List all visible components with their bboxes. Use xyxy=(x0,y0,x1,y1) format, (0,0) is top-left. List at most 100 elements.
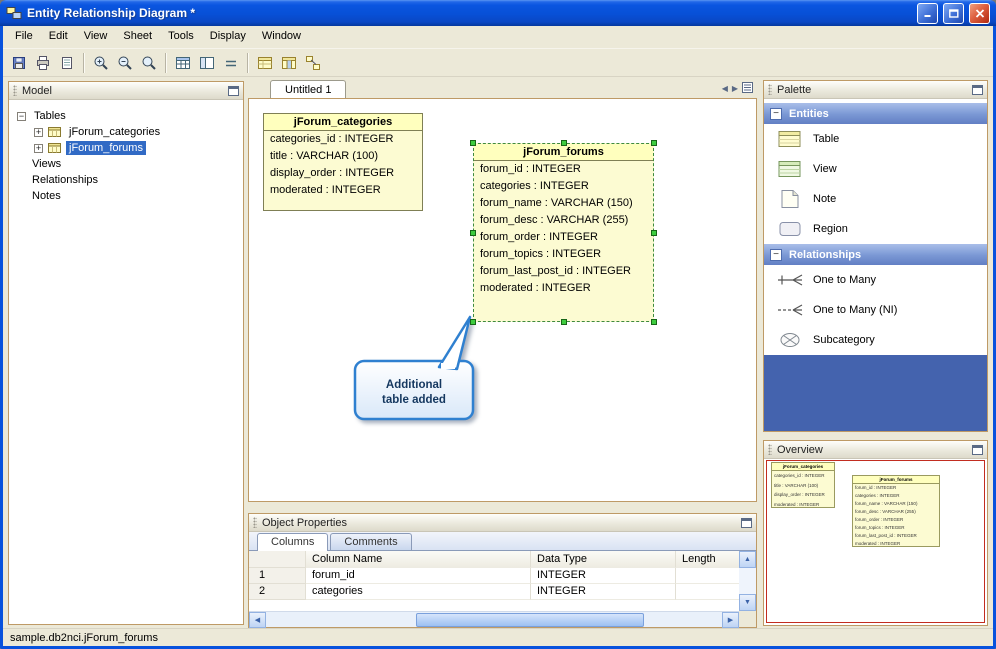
prev-sheet-icon[interactable]: ◀ xyxy=(722,84,728,93)
new-table-icon[interactable] xyxy=(253,51,277,74)
cell-length[interactable] xyxy=(676,568,739,584)
menu-tools[interactable]: Tools xyxy=(160,26,202,48)
grid-row[interactable]: 1 forum_id INTEGER xyxy=(249,568,739,584)
scroll-up-icon[interactable]: ▲ xyxy=(739,551,756,568)
menu-view[interactable]: View xyxy=(76,26,116,48)
entity-column: moderated : INTEGER xyxy=(270,184,381,196)
zoom-icon[interactable] xyxy=(137,51,161,74)
palette-item-region[interactable]: Region xyxy=(764,214,987,244)
minimize-button[interactable] xyxy=(917,2,938,24)
selection-handle[interactable] xyxy=(560,140,567,146)
palette-item-table[interactable]: Table xyxy=(764,124,987,154)
float-panel-icon[interactable] xyxy=(228,85,239,96)
table-columns-icon[interactable] xyxy=(277,51,301,74)
panel-grip-icon[interactable] xyxy=(768,444,772,455)
title-bar[interactable]: Entity Relationship Diagram * xyxy=(0,0,996,26)
callout-line2: table added xyxy=(382,394,446,406)
palette-item-one-to-many-ni-[interactable]: One to Many (NI) xyxy=(764,295,987,325)
tree-item-jforum-categories[interactable]: + jForum_categories xyxy=(12,124,240,140)
object-properties-header[interactable]: Object Properties xyxy=(249,514,756,532)
panel-grip-icon[interactable] xyxy=(253,517,257,528)
cell-data-type[interactable]: INTEGER xyxy=(531,568,676,584)
selection-handle[interactable] xyxy=(651,140,657,146)
entity-table-jforum_categories[interactable]: jForum_categories categories_id : INTEGER… xyxy=(263,113,423,211)
float-panel-icon[interactable] xyxy=(972,444,983,455)
entity-table-jforum_forums[interactable]: jForum_forums forum_id : INTEGER categorie… xyxy=(470,140,657,325)
cell-data-type[interactable]: INTEGER xyxy=(531,584,676,600)
column-header-data-type[interactable]: Data Type xyxy=(531,551,676,568)
scroll-left-icon[interactable]: ◀ xyxy=(249,612,266,628)
palette-header[interactable]: Palette xyxy=(764,81,987,99)
grid-horizontal-scrollbar[interactable]: ◀ ▶ xyxy=(249,611,739,628)
selection-handle[interactable] xyxy=(470,229,476,236)
maximize-button[interactable] xyxy=(943,2,964,24)
palette-section-relationships[interactable]: − Relationships xyxy=(764,244,987,265)
palette-item-one-to-many[interactable]: One to Many xyxy=(764,265,987,295)
panel-grip-icon[interactable] xyxy=(13,85,17,96)
palette-item-label: Subcategory xyxy=(813,334,875,346)
scroll-down-icon[interactable]: ▼ xyxy=(739,594,756,611)
menu-window[interactable]: Window xyxy=(254,26,309,48)
selection-handle[interactable] xyxy=(470,319,476,325)
menu-file[interactable]: File xyxy=(7,26,41,48)
callout-note[interactable]: Additional table added xyxy=(341,313,493,448)
minimize-row-icon[interactable] xyxy=(219,51,243,74)
tab-columns[interactable]: Columns xyxy=(257,533,329,551)
expand-icon[interactable]: + xyxy=(34,143,43,153)
palette-item-subcategory[interactable]: Subcategory xyxy=(764,325,987,355)
tree-item-notes[interactable]: Notes xyxy=(12,188,240,204)
overview-content[interactable]: jForum_categories categories_id : INTEGER… xyxy=(764,459,987,625)
cell-column-name[interactable]: forum_id xyxy=(306,568,531,584)
scroll-right-icon[interactable]: ▶ xyxy=(722,612,739,628)
print-icon[interactable] xyxy=(31,51,55,74)
grid-row[interactable]: 2 categories INTEGER xyxy=(249,584,739,600)
palette-section-entities[interactable]: − Entities xyxy=(764,103,987,124)
tab-comments[interactable]: Comments xyxy=(330,533,412,550)
column-header-column-name[interactable]: Column Name xyxy=(306,551,531,568)
next-sheet-icon[interactable]: ▶ xyxy=(732,84,738,93)
selection-handle[interactable] xyxy=(651,319,657,325)
tree-item-label: jForum_forums xyxy=(66,141,146,155)
entity-column: forum_order : INTEGER xyxy=(480,231,598,243)
preview-icon[interactable] xyxy=(55,51,79,74)
diagram-canvas[interactable]: Additional table added jForum_categories… xyxy=(248,98,757,502)
cell-length[interactable] xyxy=(676,584,739,600)
selection-handle[interactable] xyxy=(651,229,657,236)
table-grid-icon[interactable] xyxy=(171,51,195,74)
callout-line1: Additional xyxy=(386,379,442,391)
overview-header[interactable]: Overview xyxy=(764,441,987,459)
column-header-length[interactable]: Length xyxy=(676,551,739,568)
grid-vertical-scrollbar[interactable]: ▲ ▼ xyxy=(739,551,756,611)
float-panel-icon[interactable] xyxy=(741,517,752,528)
expand-icon[interactable]: + xyxy=(34,127,43,137)
palette-item-note[interactable]: Note xyxy=(764,184,987,214)
float-panel-icon[interactable] xyxy=(972,84,983,95)
table-relationship-icon[interactable] xyxy=(301,51,325,74)
tab-untitled-1[interactable]: Untitled 1 xyxy=(270,80,347,98)
cell-column-name[interactable]: categories xyxy=(306,584,531,600)
tree-item-relationships[interactable]: Relationships xyxy=(12,172,240,188)
zoom-out-icon[interactable] xyxy=(113,51,137,74)
model-panel-header[interactable]: Model xyxy=(9,82,243,100)
split-view-icon[interactable] xyxy=(195,51,219,74)
zoom-in-icon[interactable] xyxy=(89,51,113,74)
sheet-list-icon[interactable] xyxy=(742,82,753,95)
collapse-icon[interactable]: − xyxy=(770,107,782,120)
panel-grip-icon[interactable] xyxy=(768,84,772,95)
selection-handle[interactable] xyxy=(560,319,567,325)
palette-item-view[interactable]: View xyxy=(764,154,987,184)
collapse-icon[interactable]: − xyxy=(770,248,782,261)
columns-grid: Column Name Data Type Length 1 forum_id INTE… xyxy=(249,551,739,611)
menu-edit[interactable]: Edit xyxy=(41,26,76,48)
close-button[interactable] xyxy=(969,2,990,24)
entity-column: categories_id : INTEGER xyxy=(270,133,394,145)
tree-item-views[interactable]: Views xyxy=(12,156,240,172)
menu-display[interactable]: Display xyxy=(202,26,254,48)
tree-item-tables[interactable]: − Tables xyxy=(12,108,240,124)
selection-handle[interactable] xyxy=(470,140,476,146)
collapse-icon[interactable]: − xyxy=(17,111,26,121)
menu-sheet[interactable]: Sheet xyxy=(115,26,160,48)
save-icon[interactable] xyxy=(7,51,31,74)
tree-item-jforum-forums[interactable]: + jForum_forums xyxy=(12,140,240,156)
scrollbar-thumb[interactable] xyxy=(416,613,644,627)
